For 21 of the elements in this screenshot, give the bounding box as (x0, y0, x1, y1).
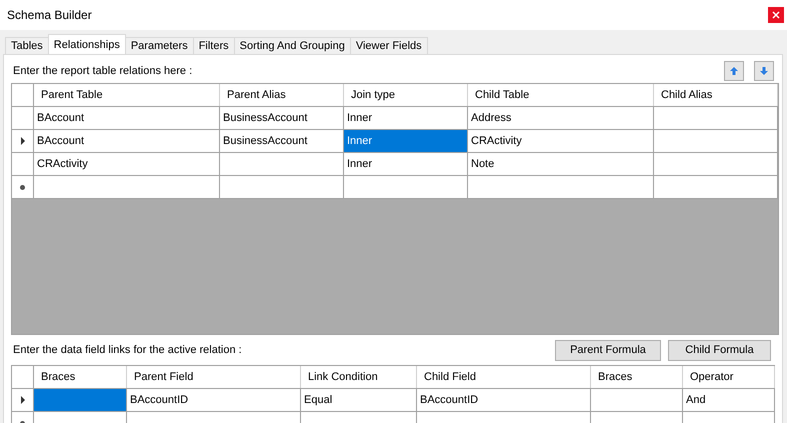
move-up-button[interactable] (724, 61, 744, 81)
links-label: Enter the data field links for the active relation : (12, 344, 242, 356)
up-arrow-icon (729, 66, 739, 76)
table-cell[interactable] (34, 389, 127, 411)
formula-button[interactable]: Child Formula (668, 340, 771, 360)
table-cell[interactable]: Inner (344, 130, 468, 152)
tab[interactable]: Viewer Fields (350, 37, 428, 54)
tab[interactable]: Relationships (48, 34, 126, 54)
close-icon (772, 11, 780, 19)
move-down-button[interactable] (754, 61, 774, 81)
formula-button[interactable]: Parent Formula (555, 340, 661, 360)
current-row-icon (20, 137, 26, 145)
new-row-icon (19, 184, 26, 190)
tab[interactable]: Sorting And Grouping (234, 37, 351, 54)
relations-label: Enter the report table relations here : (12, 65, 192, 79)
close-button[interactable] (768, 7, 784, 23)
current-row-icon (20, 396, 26, 404)
tab[interactable]: Tables (5, 37, 49, 54)
table-cell[interactable]: Address (468, 107, 654, 129)
down-arrow-icon (759, 66, 769, 76)
window-title: Schema Builder (7, 8, 92, 22)
